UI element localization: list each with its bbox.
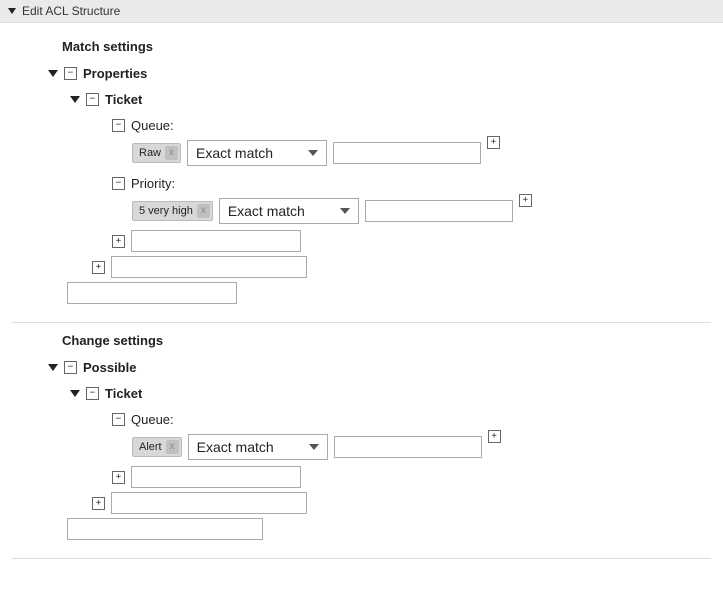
- change-queue-match-value: Exact match: [197, 439, 274, 455]
- match-section-title: Match settings: [62, 39, 711, 54]
- match-queue-header: − Queue:: [112, 114, 711, 136]
- match-queue-match-value: Exact match: [196, 145, 273, 161]
- change-root-add-input[interactable]: [67, 518, 263, 540]
- change-queue-header: − Queue:: [112, 408, 711, 430]
- change-queue-tag-remove[interactable]: x: [166, 440, 179, 454]
- change-ticket-add-field-row: +: [112, 466, 711, 488]
- possible-caret-icon[interactable]: [48, 364, 58, 371]
- chevron-down-icon: [309, 444, 319, 450]
- match-priority-label: Priority:: [131, 176, 175, 191]
- change-queue-label: Queue:: [131, 412, 174, 427]
- match-priority-match-select[interactable]: Exact match: [219, 198, 359, 224]
- match-queue-tag: Raw x: [132, 143, 181, 163]
- change-possible-add-row: +: [92, 492, 711, 514]
- change-ticket-collapse-button[interactable]: −: [86, 387, 99, 400]
- match-ticket-collapse-button[interactable]: −: [86, 93, 99, 106]
- possible-node: − Possible: [48, 356, 711, 378]
- change-ticket-label: Ticket: [105, 386, 142, 401]
- match-properties-add-input[interactable]: [111, 256, 307, 278]
- match-queue-label: Queue:: [131, 118, 174, 133]
- match-queue-collapse-button[interactable]: −: [112, 119, 125, 132]
- match-priority-tag-text: 5 very high: [139, 205, 193, 217]
- divider-bottom: [12, 558, 711, 559]
- match-priority-add-button[interactable]: +: [519, 194, 532, 207]
- match-queue-tag-remove[interactable]: x: [165, 146, 178, 160]
- change-ticket-node: − Ticket: [70, 382, 711, 404]
- possible-collapse-button[interactable]: −: [64, 361, 77, 374]
- match-priority-collapse-button[interactable]: −: [112, 177, 125, 190]
- chevron-down-icon: [308, 150, 318, 156]
- match-priority-tag: 5 very high x: [132, 201, 213, 221]
- change-queue-tag: Alert x: [132, 437, 182, 457]
- match-queue-row: Raw x Exact match +: [132, 140, 711, 166]
- change-ticket-add-field-input[interactable]: [131, 466, 301, 488]
- match-ticket-node: − Ticket: [70, 88, 711, 110]
- change-queue-row: Alert x Exact match +: [132, 434, 711, 460]
- match-priority-match-value: Exact match: [228, 203, 305, 219]
- change-possible-add-input[interactable]: [111, 492, 307, 514]
- change-queue-add-button[interactable]: +: [488, 430, 501, 443]
- possible-label: Possible: [83, 360, 136, 375]
- divider: [12, 322, 711, 323]
- chevron-down-icon: [340, 208, 350, 214]
- change-section-title: Change settings: [62, 333, 711, 348]
- properties-label: Properties: [83, 66, 147, 81]
- match-properties-add-button[interactable]: +: [92, 261, 105, 274]
- match-ticket-add-field-button[interactable]: +: [112, 235, 125, 248]
- change-possible-add-button[interactable]: +: [92, 497, 105, 510]
- match-root-add-row: [67, 282, 711, 304]
- match-properties-add-row: +: [92, 256, 711, 278]
- match-queue-add-button[interactable]: +: [487, 136, 500, 149]
- change-ticket-add-field-button[interactable]: +: [112, 471, 125, 484]
- change-ticket-caret-icon[interactable]: [70, 390, 80, 397]
- panel-collapse-icon[interactable]: [8, 8, 16, 14]
- panel-body: Match settings − Properties − Ticket − Q…: [0, 23, 723, 559]
- match-ticket-add-field-row: +: [112, 230, 711, 252]
- panel-header: Edit ACL Structure: [0, 0, 723, 23]
- properties-caret-icon[interactable]: [48, 70, 58, 77]
- match-root-add-input[interactable]: [67, 282, 237, 304]
- properties-node: − Properties: [48, 62, 711, 84]
- panel-title: Edit ACL Structure: [22, 4, 120, 18]
- match-queue-match-select[interactable]: Exact match: [187, 140, 327, 166]
- change-queue-collapse-button[interactable]: −: [112, 413, 125, 426]
- match-ticket-add-field-input[interactable]: [131, 230, 301, 252]
- change-queue-tag-text: Alert: [139, 441, 162, 453]
- match-queue-tag-text: Raw: [139, 147, 161, 159]
- match-ticket-caret-icon[interactable]: [70, 96, 80, 103]
- change-root-add-row: [67, 518, 711, 540]
- match-priority-row: 5 very high x Exact match +: [132, 198, 711, 224]
- match-ticket-label: Ticket: [105, 92, 142, 107]
- change-queue-value-input[interactable]: [334, 436, 482, 458]
- change-queue-match-select[interactable]: Exact match: [188, 434, 328, 460]
- properties-collapse-button[interactable]: −: [64, 67, 77, 80]
- match-priority-tag-remove[interactable]: x: [197, 204, 210, 218]
- match-priority-header: − Priority:: [112, 172, 711, 194]
- match-queue-value-input[interactable]: [333, 142, 481, 164]
- match-priority-value-input[interactable]: [365, 200, 513, 222]
